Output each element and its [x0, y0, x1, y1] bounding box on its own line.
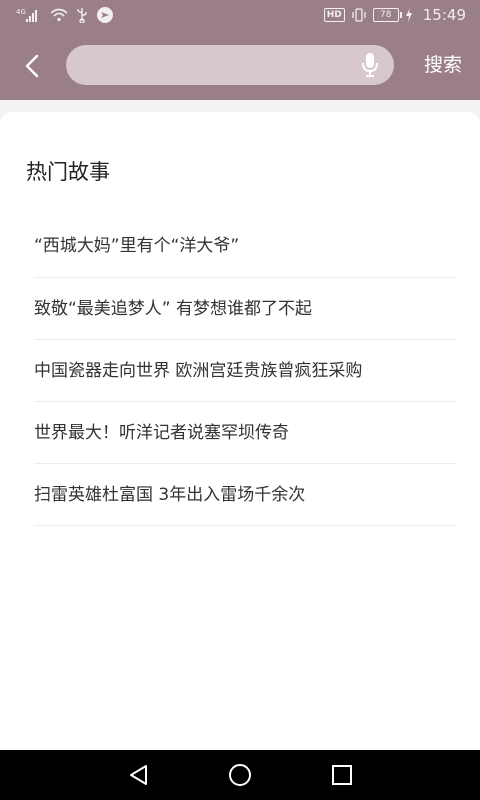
navigation-bar — [0, 750, 480, 800]
network-type-label: 4G — [16, 8, 26, 16]
search-button[interactable]: 搜索 — [424, 49, 462, 81]
battery-level: 78 — [380, 10, 392, 20]
back-button[interactable] — [14, 48, 50, 84]
circle-home-icon — [229, 764, 251, 786]
story-item[interactable]: 中国瓷器走向世界 欧洲宫廷贵族曾疯狂采购 — [34, 340, 456, 402]
section-title: 热门故事 — [26, 160, 110, 184]
signal-icon: 4G — [16, 7, 42, 23]
notification-app-icon — [96, 6, 114, 24]
status-left: 4G — [16, 6, 114, 24]
story-list: “西城大妈”里有个“洋大爷” 致敬“最美追梦人” 有梦想谁都了不起 中国瓷器走向… — [34, 214, 456, 526]
vibrate-icon — [351, 8, 367, 22]
search-input[interactable] — [84, 45, 354, 85]
status-time: 15:49 — [422, 6, 466, 24]
search-header: 搜索 — [0, 30, 480, 100]
status-bar: 4G HD 78 15:49 — [0, 0, 480, 30]
story-item[interactable]: 世界最大！听洋记者说塞罕坝传奇 — [34, 402, 456, 464]
nav-home-button[interactable] — [227, 762, 253, 788]
wifi-icon — [50, 8, 68, 22]
square-recent-icon — [332, 765, 352, 785]
usb-icon — [76, 7, 88, 23]
microphone-icon — [362, 53, 378, 77]
chevron-left-icon — [25, 54, 39, 78]
story-item[interactable]: 致敬“最美追梦人” 有梦想谁都了不起 — [34, 278, 456, 340]
charging-icon — [405, 8, 413, 22]
triangle-back-icon — [130, 765, 147, 785]
status-right: HD 78 15:49 — [323, 6, 466, 24]
nav-back-button[interactable] — [126, 762, 152, 788]
battery-icon: 78 — [372, 8, 402, 22]
hd-badge: HD — [323, 8, 345, 22]
hot-stories-card: 热门故事 “西城大妈”里有个“洋大爷” 致敬“最美追梦人” 有梦想谁都了不起 中… — [0, 112, 480, 750]
search-box[interactable] — [66, 45, 394, 85]
nav-recent-button[interactable] — [329, 762, 355, 788]
voice-search-button[interactable] — [360, 52, 380, 78]
story-item[interactable]: “西城大妈”里有个“洋大爷” — [34, 214, 456, 278]
screen: 4G HD 78 15:49 搜索 热门故事 “西城大妈”里有个“洋大爷” 致敬… — [0, 0, 480, 800]
story-item[interactable]: 扫雷英雄杜富国 3年出入雷场千余次 — [34, 464, 456, 526]
